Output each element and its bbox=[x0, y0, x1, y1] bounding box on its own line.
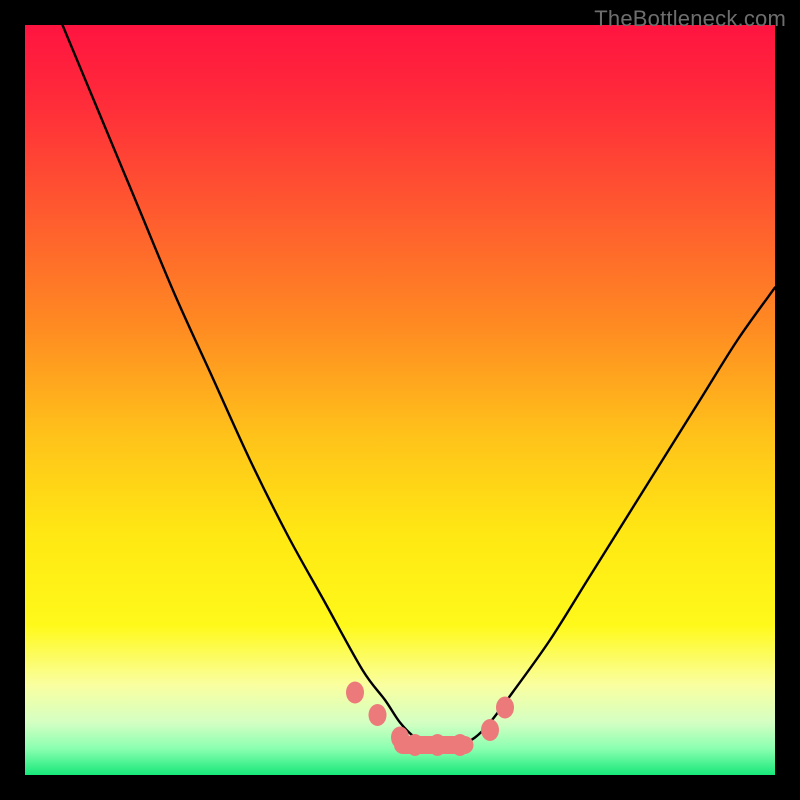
highlight-marker bbox=[481, 719, 499, 741]
highlight-marker-pill bbox=[394, 736, 474, 754]
bottleneck-chart bbox=[25, 25, 775, 775]
gradient-background bbox=[25, 25, 775, 775]
chart-plot-area bbox=[25, 25, 775, 775]
highlight-marker bbox=[369, 704, 387, 726]
highlight-marker bbox=[496, 697, 514, 719]
watermark-text: TheBottleneck.com bbox=[594, 6, 786, 32]
highlight-marker bbox=[346, 682, 364, 704]
